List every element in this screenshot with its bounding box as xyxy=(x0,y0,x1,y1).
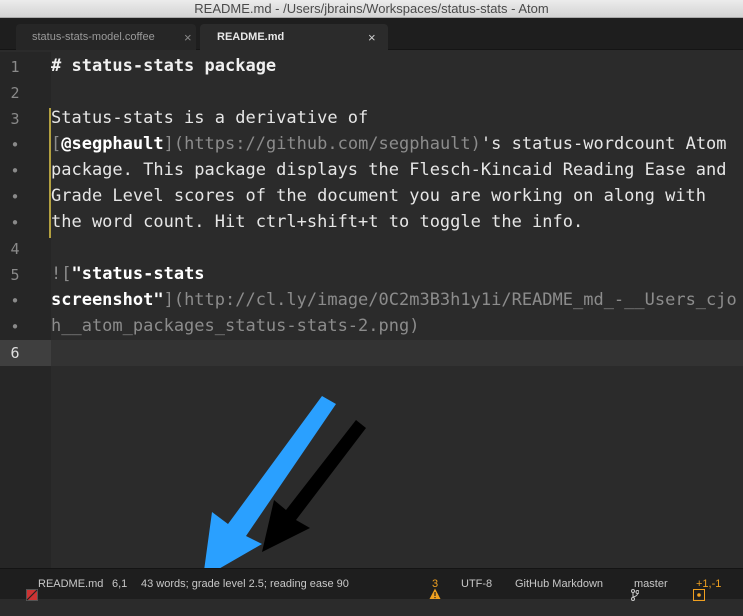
warning-count[interactable]: 3 xyxy=(432,578,438,590)
status-git-branch[interactable]: master xyxy=(634,578,668,590)
status-grammar[interactable]: GitHub Markdown xyxy=(515,578,603,590)
status-stats-readout[interactable]: 43 words; grade level 2.5; reading ease … xyxy=(141,578,349,590)
status-encoding[interactable]: UTF-8 xyxy=(461,578,492,590)
file-modified-icon[interactable] xyxy=(14,577,39,616)
status-bar: README.md 6,1 43 words; grade level 2.5;… xyxy=(0,568,743,601)
status-cursor-position[interactable]: 6,1 xyxy=(112,578,127,590)
annotation-arrows xyxy=(203,396,366,578)
status-git-diff[interactable]: +1,-1 xyxy=(696,578,721,590)
status-file-name[interactable]: README.md xyxy=(38,578,103,590)
